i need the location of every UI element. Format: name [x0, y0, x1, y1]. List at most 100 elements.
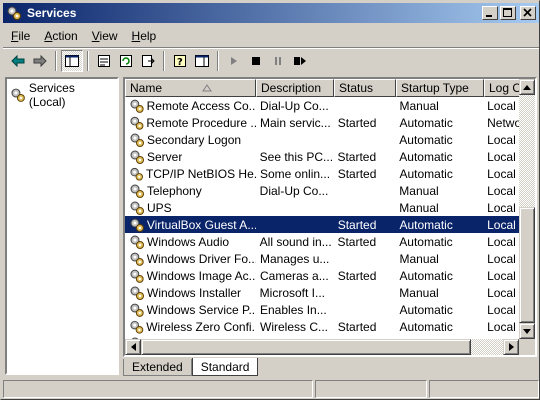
svg-text:?: ? — [177, 57, 183, 68]
service-row[interactable]: UPS Manual Local S — [125, 199, 519, 216]
service-gear-icon — [130, 269, 144, 283]
toolbar-separator — [163, 51, 165, 71]
service-row[interactable]: Secondary Logon Automatic Local S — [125, 131, 519, 148]
service-description: Some onlin... — [260, 166, 331, 181]
tab-extended[interactable]: Extended — [123, 359, 192, 376]
restart-service-button[interactable] — [289, 50, 311, 72]
service-row[interactable]: Windows Audio All sound in... Started Autom… — [125, 233, 519, 250]
service-name-cell: Windows Audio — [125, 234, 256, 250]
service-name-cell: Wireless Zero Confi... — [125, 319, 256, 335]
refresh-button[interactable] — [115, 50, 137, 72]
service-description: Wireless C... — [260, 319, 329, 334]
service-name-cell: Remote Procedure ... — [125, 115, 256, 131]
services-list: Name Description Status Startup Type Log… — [123, 77, 537, 357]
minimize-button[interactable] — [482, 6, 498, 20]
scroll-left-button[interactable] — [125, 339, 141, 355]
view-tabs: Extended Standard — [123, 358, 259, 377]
service-log-on-as: Local S — [487, 285, 519, 300]
close-icon — [523, 8, 532, 17]
horizontal-scroll-thumb[interactable] — [141, 339, 471, 355]
help-button[interactable]: ? — [169, 50, 191, 72]
service-row[interactable]: Wireless Zero Confi... Wireless C... Start… — [125, 318, 519, 335]
back-button[interactable] — [7, 50, 29, 72]
export-list-button[interactable] — [137, 50, 159, 72]
service-description: Microsoft I... — [259, 285, 325, 300]
horizontal-scrollbar[interactable] — [125, 339, 519, 355]
service-row[interactable]: Windows Image Ac... Cameras a... Started Au… — [125, 267, 519, 284]
service-log-on-as: Local S — [487, 132, 519, 147]
service-gear-icon — [130, 320, 144, 334]
service-startup-type: Automatic — [399, 132, 453, 147]
service-log-on-as: Local S — [487, 217, 519, 232]
refresh-icon — [120, 55, 132, 67]
service-row[interactable]: TCP/IP NetBIOS He... Some onlin... Started… — [125, 165, 519, 182]
maximize-icon — [503, 8, 512, 17]
scroll-down-button[interactable] — [519, 323, 535, 339]
service-status: Started — [337, 115, 377, 130]
help-icon: ? — [174, 55, 186, 68]
forward-button[interactable] — [29, 50, 51, 72]
service-log-on-as: Networ — [487, 115, 519, 130]
service-log-on-as: Local S — [487, 166, 519, 181]
services-gear-icon — [11, 88, 25, 102]
properties-button[interactable] — [93, 50, 115, 72]
service-row[interactable]: Server See this PC... Started Automatic Loca… — [125, 148, 519, 165]
service-startup-type: Automatic — [399, 217, 453, 232]
stop-service-button[interactable] — [245, 50, 267, 72]
service-row[interactable]: Telephony Dial-Up Co... Manual Local S — [125, 182, 519, 199]
service-row[interactable]: Windows Installer Microsoft I... Manual Loc… — [125, 284, 519, 301]
service-description: Enables In... — [260, 302, 327, 317]
service-row[interactable]: VirtualBox Guest A... Started Automatic Loc… — [125, 216, 519, 233]
service-name-cell: Remote Access Co... — [125, 98, 256, 114]
service-startup-type: Automatic — [399, 166, 453, 181]
vertical-scrollbar[interactable] — [519, 79, 535, 339]
service-gear-icon — [130, 252, 144, 266]
start-service-button[interactable] — [223, 50, 245, 72]
service-startup-type: Manual — [399, 98, 439, 113]
tree-item-services-local[interactable]: Services (Local) — [7, 79, 117, 111]
title-bar[interactable]: Services — [3, 3, 539, 23]
pause-service-button[interactable] — [267, 50, 289, 72]
service-log-on-as: Local S — [487, 200, 519, 215]
column-header-name[interactable]: Name — [125, 79, 256, 97]
service-name: Remote Access Co... — [146, 98, 256, 113]
menu-view[interactable]: View — [86, 29, 124, 43]
column-header-status[interactable]: Status — [334, 79, 396, 97]
service-name: Windows Audio — [147, 234, 230, 249]
column-header-description[interactable]: Description — [256, 79, 334, 97]
service-description: See this PC... — [259, 149, 334, 164]
service-startup-type: Automatic — [399, 115, 453, 130]
service-startup-type: Automatic — [399, 149, 453, 164]
close-button[interactable] — [520, 6, 536, 20]
service-row[interactable]: Windows Driver Fo... Manages u... Manual Lo… — [125, 250, 519, 267]
service-status: Started — [337, 166, 377, 181]
scroll-right-button[interactable] — [503, 339, 519, 355]
column-header-startup-type[interactable]: Startup Type — [396, 79, 484, 97]
service-log-on-as: Local S — [487, 251, 519, 266]
service-row[interactable]: Remote Procedure ... Main servic... Starte… — [125, 114, 519, 131]
service-row[interactable]: Remote Access Co... Dial-Up Co... Manual Lo… — [125, 97, 519, 114]
sort-ascending-icon — [202, 84, 212, 92]
maximize-button[interactable] — [500, 6, 516, 20]
service-name: Telephony — [147, 183, 202, 198]
menu-file[interactable]: File — [5, 29, 36, 43]
service-status: Started — [337, 268, 377, 283]
service-row[interactable]: Windows Service P... Enables In... Automat… — [125, 301, 519, 318]
service-name-cell: UPS — [125, 200, 256, 216]
service-name: UPS — [147, 200, 172, 215]
show-hide-tree-button[interactable] — [61, 50, 83, 72]
properties-icon — [98, 55, 110, 67]
arrow-left-icon — [130, 343, 136, 351]
scroll-up-button[interactable] — [519, 79, 535, 95]
service-description: All sound in... — [259, 234, 332, 249]
service-name-cell: Windows Service P... — [125, 302, 256, 318]
tab-standard[interactable]: Standard — [191, 358, 259, 376]
menu-action[interactable]: Action — [38, 29, 83, 43]
toolbar: ? — [3, 49, 539, 73]
service-name: Secondary Logon — [147, 132, 242, 147]
list-header: Name Description Status Startup Type Log… — [125, 79, 535, 97]
vertical-scroll-thumb[interactable] — [519, 207, 535, 323]
show-hide-action-pane-button[interactable] — [191, 50, 213, 72]
service-name: Wireless Zero Confi... — [146, 319, 256, 334]
menu-help[interactable]: Help — [126, 29, 163, 43]
